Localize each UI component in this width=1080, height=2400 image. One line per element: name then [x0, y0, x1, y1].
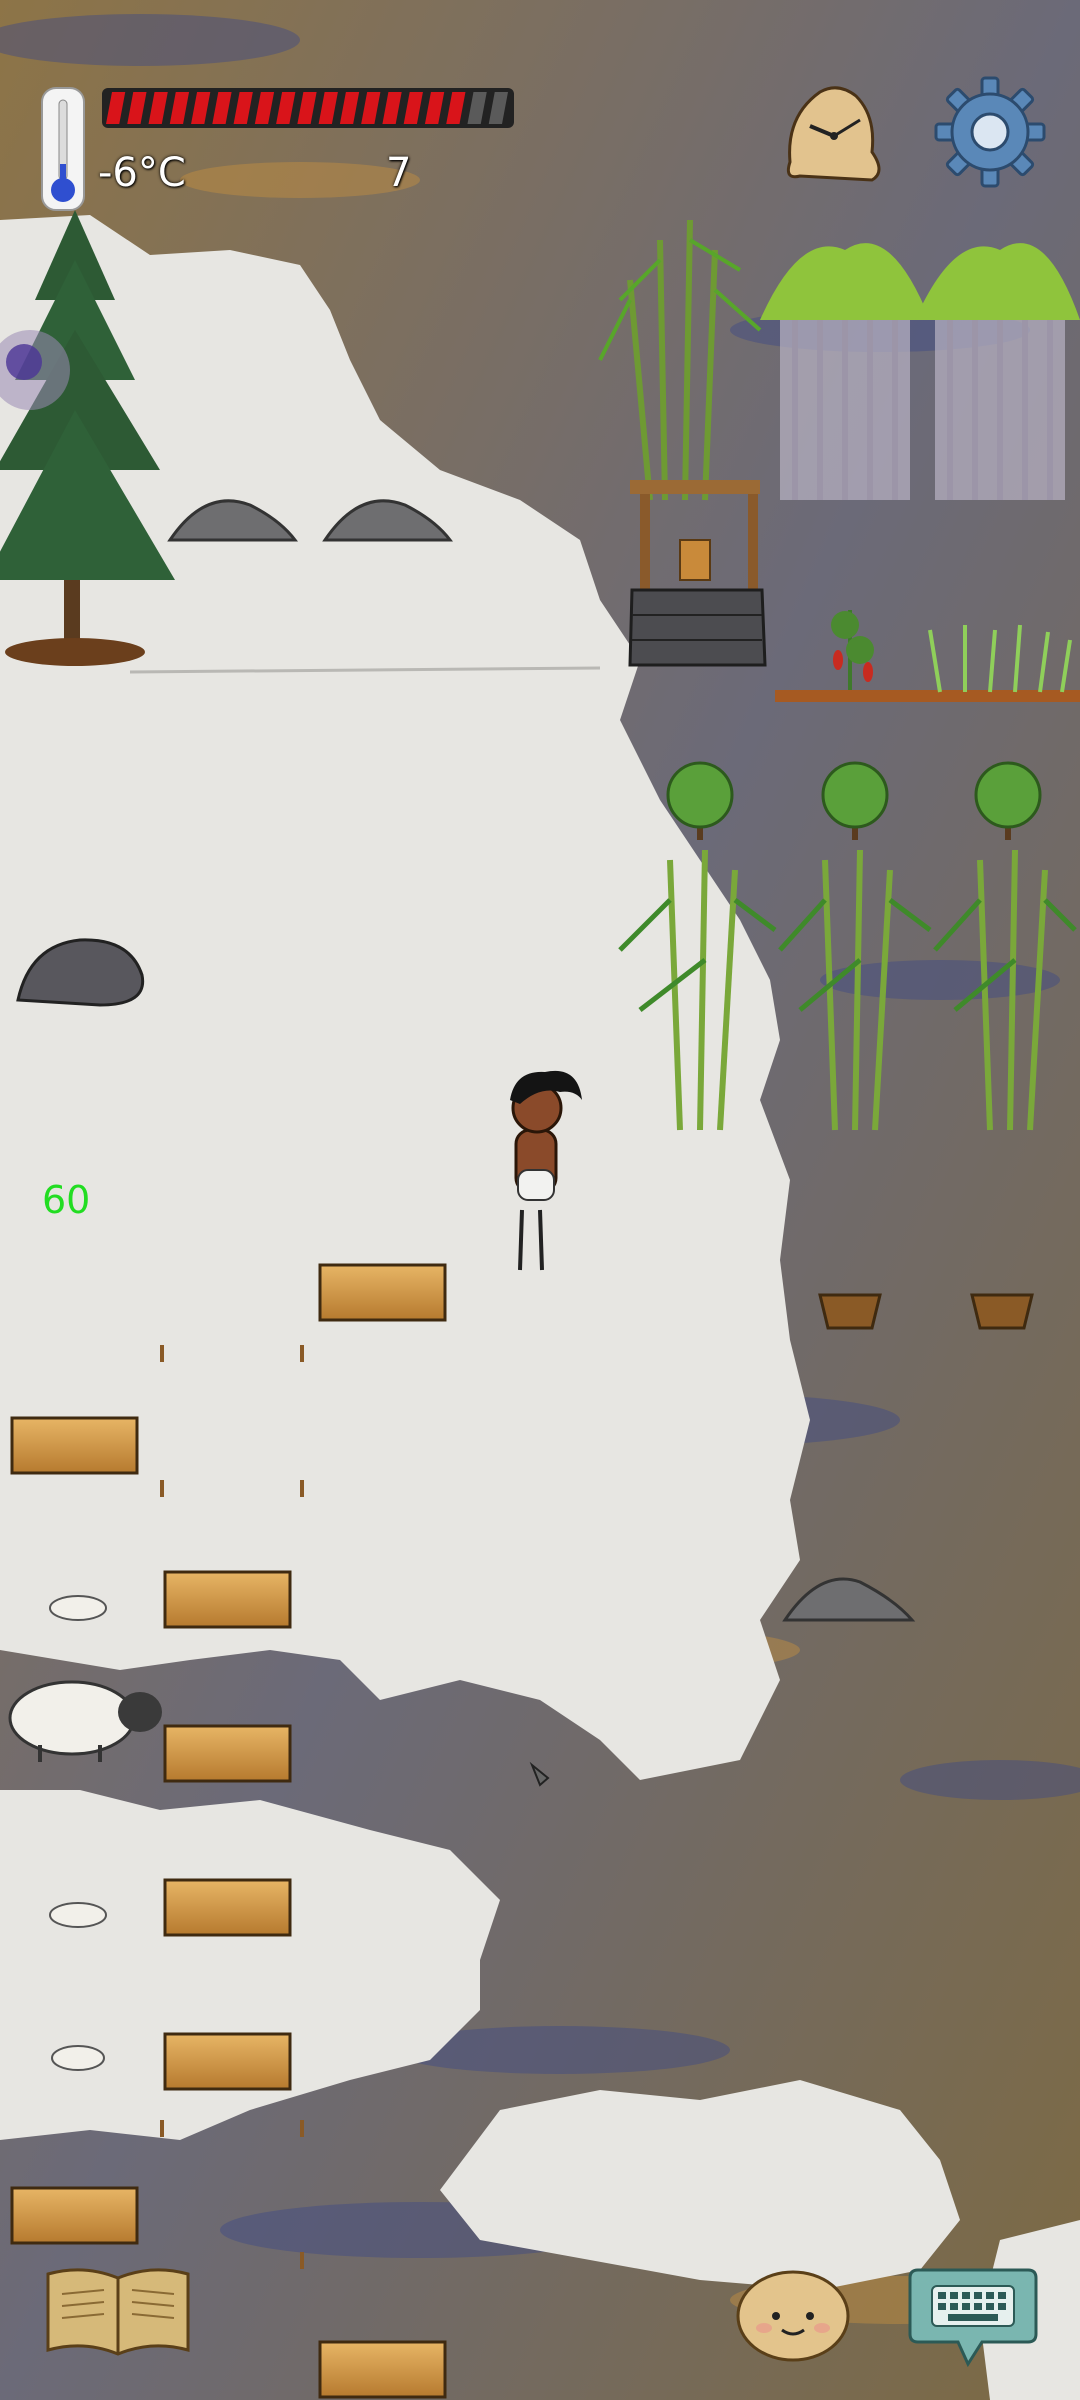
lamb[interactable]	[49, 1595, 107, 1621]
game-world[interactable]	[0, 0, 1080, 2400]
melting-clock-icon[interactable]	[780, 76, 890, 188]
basket[interactable]	[970, 1293, 1034, 1330]
basket[interactable]	[818, 1293, 882, 1330]
sugarcane-patch[interactable]	[760, 243, 930, 500]
thermometer-icon	[40, 86, 86, 212]
wooden-box[interactable]	[163, 2032, 292, 2091]
gear-icon[interactable]	[930, 72, 1050, 192]
lamb[interactable]	[49, 1902, 107, 1928]
age-readout: 7	[386, 150, 412, 196]
wooden-box[interactable]	[163, 1570, 292, 1629]
sugarcane-patch[interactable]	[915, 243, 1080, 500]
wooden-box[interactable]	[10, 2186, 139, 2245]
wooden-box[interactable]	[163, 1878, 292, 1937]
book-icon[interactable]	[44, 2256, 192, 2358]
temperature-readout: -6°C	[98, 150, 186, 196]
fps-counter: 60	[42, 1178, 91, 1222]
wooden-box[interactable]	[318, 1263, 447, 1322]
food-meter	[102, 88, 514, 128]
wooden-box[interactable]	[10, 1416, 139, 1475]
lamb[interactable]	[51, 2045, 105, 2071]
wooden-box[interactable]	[318, 2340, 447, 2399]
wooden-box[interactable]	[163, 1724, 292, 1783]
emote-face-icon[interactable]	[734, 2268, 852, 2364]
keyboard-chat-icon[interactable]	[908, 2262, 1038, 2370]
